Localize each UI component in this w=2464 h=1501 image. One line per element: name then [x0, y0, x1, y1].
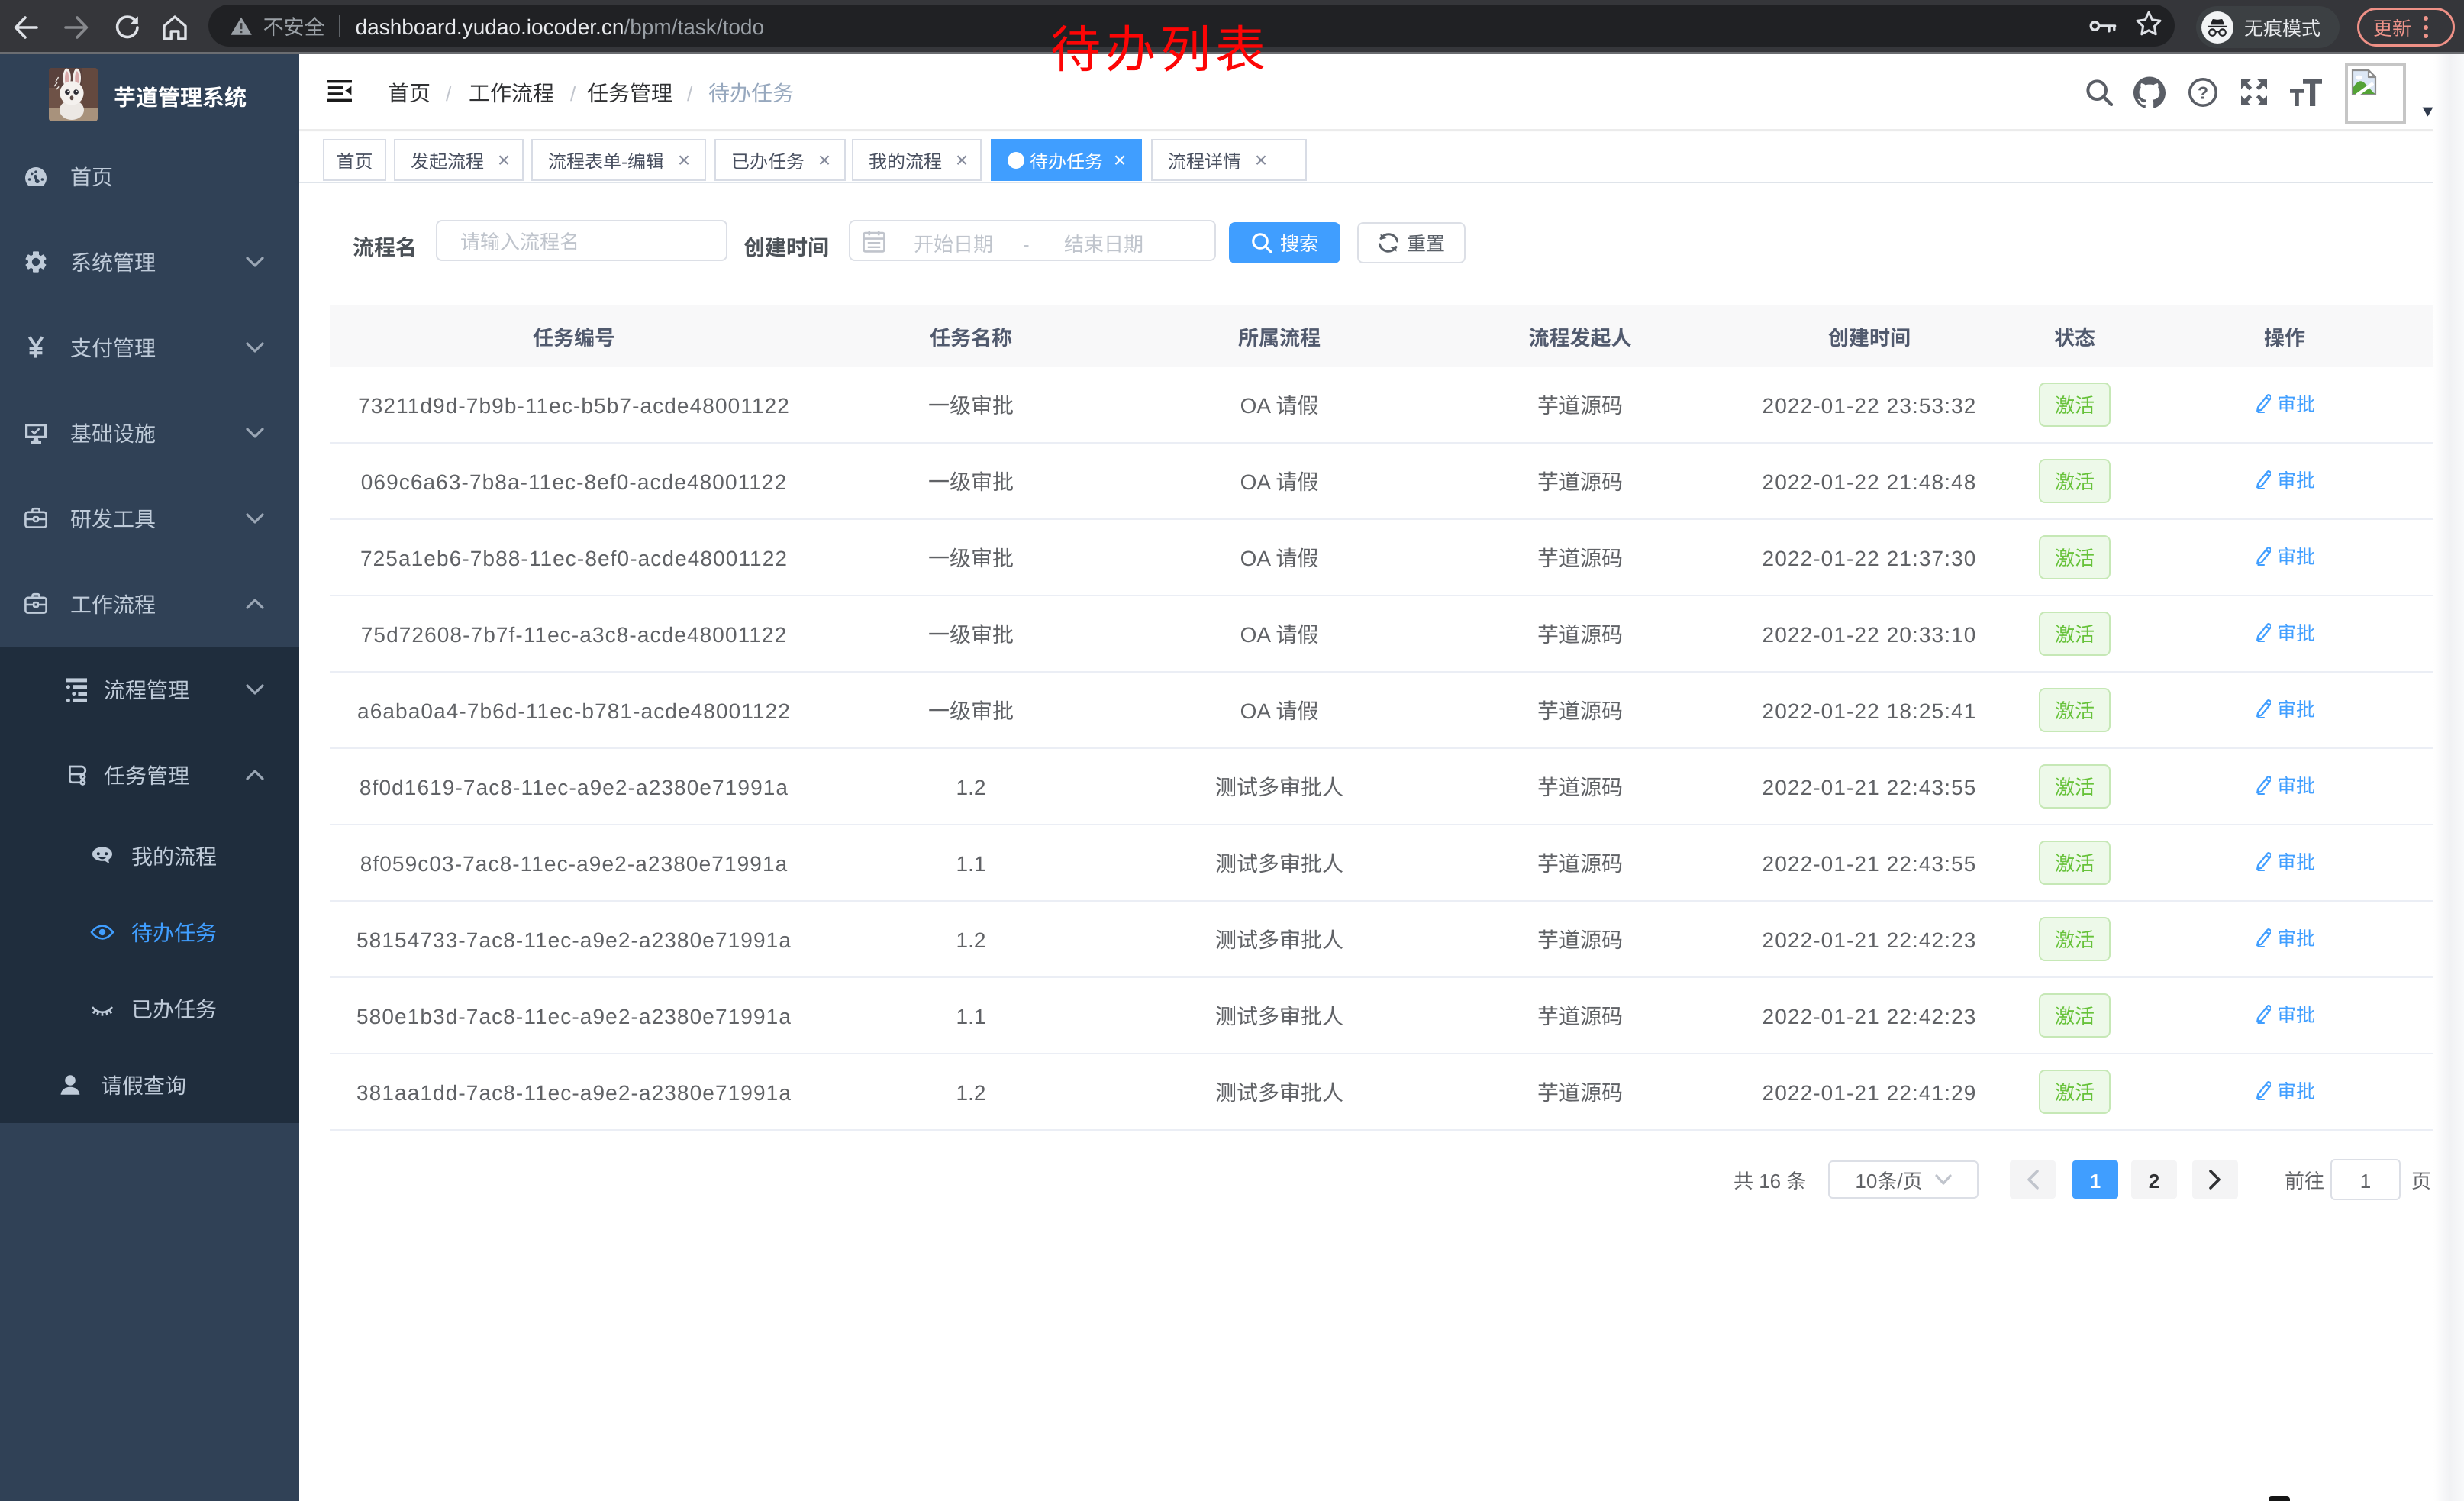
svg-text:?: ?	[2198, 85, 2208, 103]
